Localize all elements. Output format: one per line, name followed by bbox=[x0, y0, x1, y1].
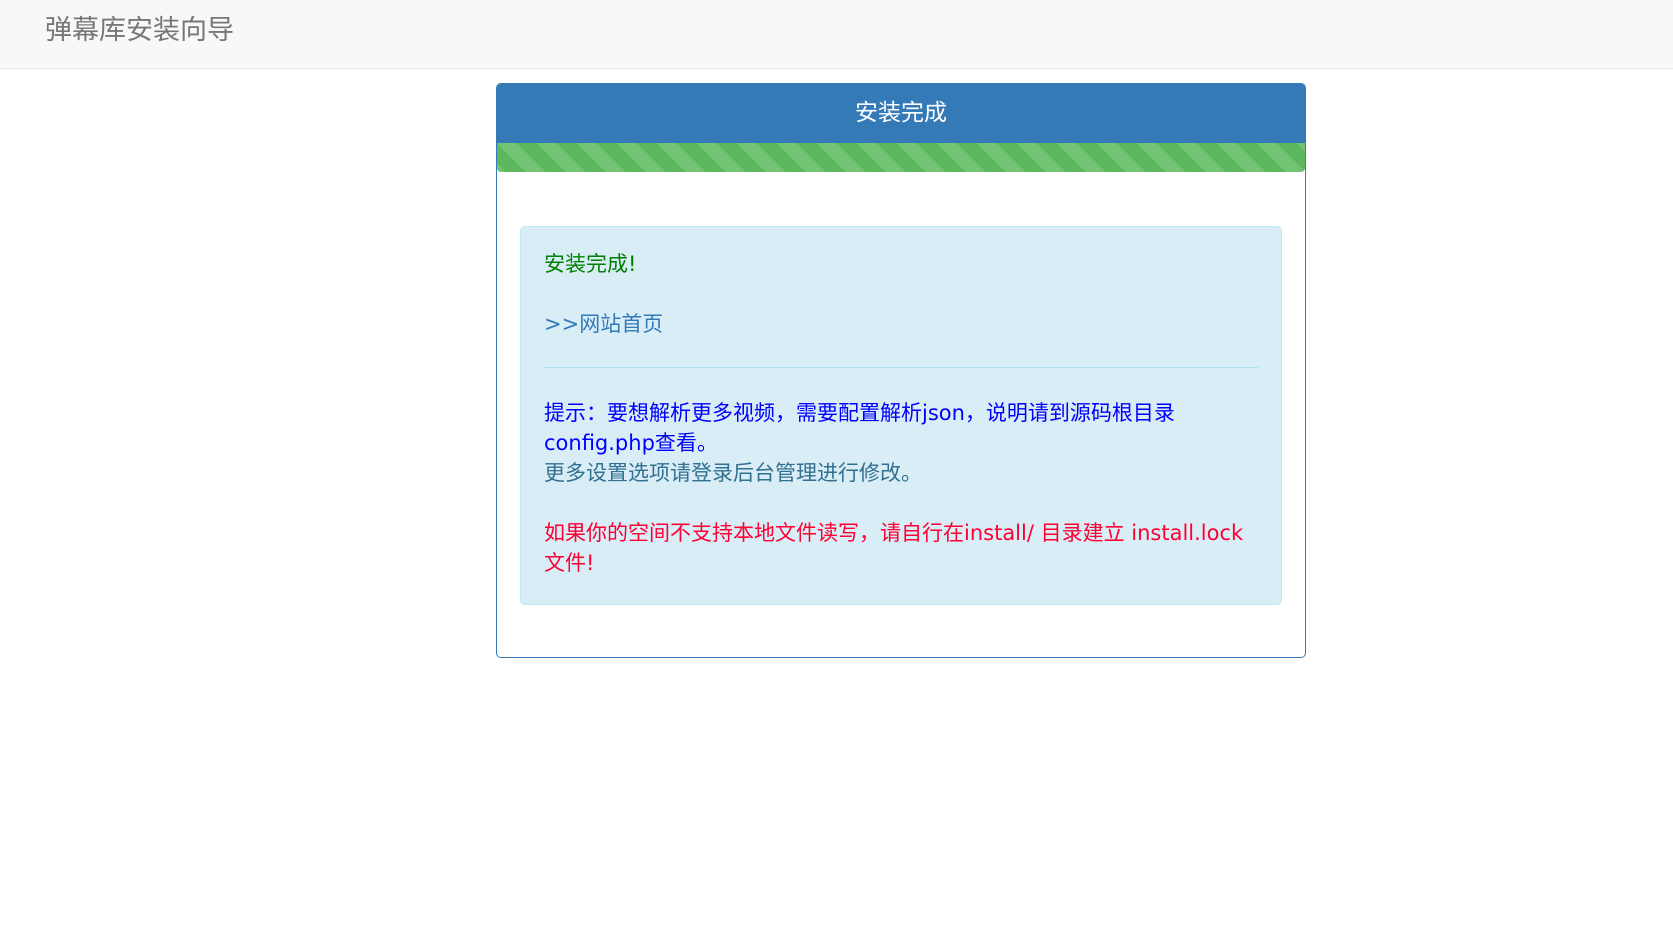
install-progress-bar bbox=[497, 143, 1305, 172]
install-panel: 安装完成 安装完成! >>网站首页 提示：要想解析更多视频，需要配置解析json… bbox=[496, 83, 1306, 658]
install-lock-warning: 如果你的空间不支持本地文件读写，请自行在install/ 目录建立 instal… bbox=[544, 521, 1244, 575]
top-navbar: 弹幕库安装向导 bbox=[0, 0, 1673, 69]
config-tip: 提示：要想解析更多视频，需要配置解析json，说明请到源码根目录config.p… bbox=[544, 401, 1175, 455]
divider bbox=[544, 367, 1258, 368]
progress-fill bbox=[497, 143, 1305, 172]
website-home-link[interactable]: >>网站首页 bbox=[544, 309, 663, 339]
panel-title: 安装完成 bbox=[497, 84, 1305, 143]
settings-note: 更多设置选项请登录后台管理进行修改。 bbox=[544, 461, 922, 485]
install-done-message: 安装完成! bbox=[544, 252, 637, 276]
navbar-brand[interactable]: 弹幕库安装向导 bbox=[45, 14, 234, 48]
completion-alert: 安装完成! >>网站首页 提示：要想解析更多视频，需要配置解析json，说明请到… bbox=[520, 226, 1282, 605]
